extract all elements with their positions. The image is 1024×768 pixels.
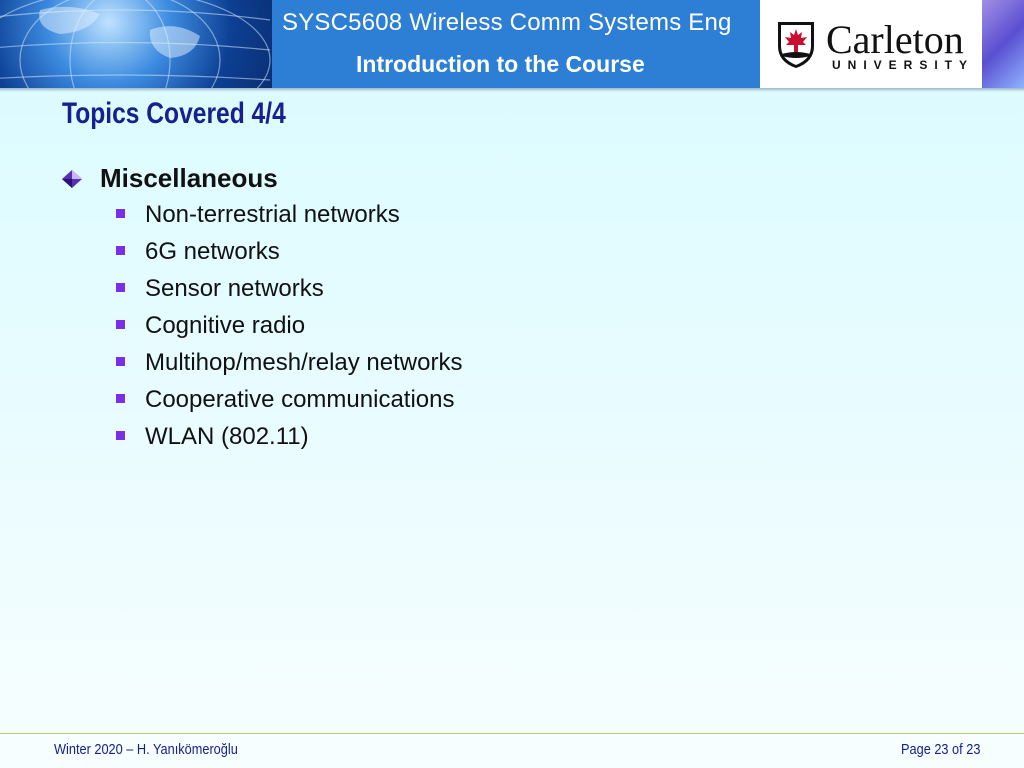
list-item: Sensor networks [116,275,462,312]
list-item: Cooperative communications [116,386,462,423]
square-bullet-icon [116,209,125,218]
square-bullet-icon [116,320,125,329]
list-item: 6G networks [116,238,462,275]
course-subtitle: Introduction to the Course [356,51,645,77]
footer-divider [0,733,1024,734]
header-shadow [0,88,1024,92]
list-item-text: Sensor networks [145,275,324,302]
globe-grid-graphic [0,0,271,88]
list-item: WLAN (802.11) [116,423,462,460]
list-item-text: Multihop/mesh/relay networks [145,349,463,376]
list-item-text: 6G networks [145,238,280,265]
list-item: Multihop/mesh/relay networks [116,349,462,386]
square-bullet-icon [116,283,125,292]
square-bullet-icon [116,357,125,366]
logo-university: UNIVERSITY [832,58,975,72]
logo-wordmark: Carleton [826,17,964,62]
shield-icon [778,22,814,68]
footer-author: Winter 2020 – H. Yanıkömeroğlu [54,741,238,758]
globe-banner-image [0,0,272,88]
page-number: Page 23 of 23 [900,741,980,758]
circuit-banner-image [982,0,1024,88]
list-item-text: Cognitive radio [145,312,306,339]
diamond-bullet-icon [62,170,82,188]
list-item-text: Non-terrestrial networks [145,201,400,228]
slide-title: Topics Covered 4/4 [62,97,286,130]
square-bullet-icon [116,246,125,255]
square-bullet-icon [116,394,125,403]
header-banner: SYSC5608 Wireless Comm Systems Eng Intro… [0,0,1024,88]
carleton-logo: Carleton UNIVERSITY [760,0,982,88]
course-title: SYSC5608 Wireless Comm Systems Eng [282,9,732,36]
list-item: Non-terrestrial networks [116,201,462,238]
square-bullet-icon [116,431,125,440]
topic-heading: Miscellaneous [100,163,278,193]
list-item-text: WLAN (802.11) [145,423,309,450]
topic-list: Non-terrestrial networks 6G networks Sen… [116,201,462,460]
list-item-text: Cooperative communications [145,386,455,413]
list-item: Cognitive radio [116,312,462,349]
